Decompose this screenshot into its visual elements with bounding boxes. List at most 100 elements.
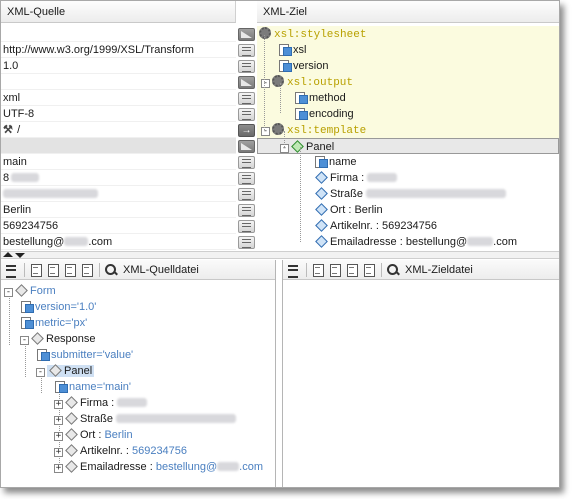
collapse-icon[interactable]: - bbox=[20, 336, 29, 345]
tree-view-icon[interactable] bbox=[310, 262, 326, 278]
target-element[interactable]: Firma : bbox=[257, 170, 559, 186]
target-stylesheet[interactable]: xsl:stylesheet bbox=[257, 26, 559, 42]
target-tree bbox=[283, 281, 559, 487]
node-label: Emailadresse : bbox=[80, 461, 153, 473]
import-icon[interactable] bbox=[79, 262, 95, 278]
tree-node-email[interactable]: + Emailadresse : bestellung@ .com bbox=[54, 460, 263, 475]
source-row[interactable]: bestellung@ .com bbox=[1, 234, 236, 250]
source-row[interactable]: UTF-8 bbox=[1, 106, 236, 122]
target-element[interactable]: Straße bbox=[257, 186, 559, 202]
hex-view-icon[interactable] bbox=[344, 262, 360, 278]
toolbar-separator bbox=[99, 262, 100, 277]
expand-icon[interactable]: + bbox=[54, 416, 63, 425]
target-template[interactable]: - xsl:template bbox=[257, 122, 559, 138]
splitter[interactable] bbox=[1, 251, 559, 259]
target-element[interactable]: Artikelnr. : 569234756 bbox=[257, 218, 559, 234]
map-button[interactable] bbox=[238, 60, 255, 73]
source-tree: - Form version='1.0' metric='px' - Respons… bbox=[1, 281, 275, 487]
expand-icon[interactable]: + bbox=[54, 464, 63, 473]
map-button[interactable] bbox=[238, 76, 255, 89]
source-row[interactable]: 1.0 bbox=[1, 58, 236, 74]
source-row[interactable] bbox=[1, 74, 236, 90]
redacted-text bbox=[467, 237, 494, 246]
tree-node-attr[interactable]: metric='px' bbox=[21, 316, 87, 331]
source-row[interactable]: main bbox=[1, 154, 236, 170]
target-attr[interactable]: method bbox=[257, 90, 559, 106]
source-row[interactable]: 8 bbox=[1, 170, 236, 186]
collapse-icon[interactable]: - bbox=[4, 288, 13, 297]
collapse-icon[interactable]: - bbox=[36, 368, 45, 377]
arrow-right-button[interactable]: → bbox=[238, 124, 255, 137]
tree-node-artikel[interactable]: + Artikelnr. : 569234756 bbox=[54, 444, 187, 459]
map-button[interactable] bbox=[238, 204, 255, 217]
source-row[interactable]: ⚒ / bbox=[1, 122, 236, 138]
expand-icon[interactable]: + bbox=[54, 400, 63, 409]
element-label: Panel bbox=[306, 141, 335, 153]
search-icon[interactable] bbox=[385, 262, 401, 278]
collapse-up-icon[interactable] bbox=[3, 252, 13, 257]
expand-icon[interactable]: + bbox=[54, 448, 63, 457]
map-button[interactable] bbox=[238, 172, 255, 185]
map-button[interactable] bbox=[238, 28, 255, 41]
hex-view-icon[interactable] bbox=[62, 262, 78, 278]
tree-guide bbox=[280, 83, 281, 113]
target-attr[interactable]: version bbox=[257, 58, 559, 74]
xsl-keyword: xsl:template bbox=[287, 125, 367, 137]
tree-node-attr[interactable]: submitter='value' bbox=[37, 348, 133, 363]
map-button[interactable] bbox=[238, 44, 255, 57]
import-icon[interactable] bbox=[361, 262, 377, 278]
tree-view-icon[interactable] bbox=[28, 262, 44, 278]
element-icon bbox=[315, 235, 327, 247]
attribute-icon bbox=[295, 91, 308, 104]
source-row[interactable]: xml bbox=[1, 90, 236, 106]
tree-node-attr[interactable]: name='main' bbox=[55, 380, 131, 395]
source-row[interactable] bbox=[1, 26, 236, 42]
map-button[interactable] bbox=[238, 92, 255, 105]
target-file-label: XML-Zieldatei bbox=[405, 263, 473, 276]
source-row[interactable] bbox=[1, 186, 236, 202]
source-row[interactable]: Berlin bbox=[1, 202, 236, 218]
collapse-icon[interactable]: - bbox=[261, 127, 270, 136]
target-attr[interactable]: name bbox=[257, 154, 559, 170]
map-button[interactable] bbox=[238, 220, 255, 233]
redacted-text bbox=[11, 173, 40, 182]
search-icon[interactable] bbox=[103, 262, 119, 278]
source-value: bestellung@ bbox=[3, 236, 65, 248]
map-button[interactable] bbox=[238, 156, 255, 169]
map-button[interactable] bbox=[238, 108, 255, 121]
target-element[interactable]: Ort : Berlin bbox=[257, 202, 559, 218]
redacted-text bbox=[64, 237, 89, 246]
redacted-text bbox=[3, 189, 98, 198]
expand-down-icon[interactable] bbox=[15, 253, 25, 258]
source-row[interactable]: 569234756 bbox=[1, 218, 236, 234]
menu-icon[interactable] bbox=[286, 262, 302, 278]
tree-node-ort[interactable]: + Ort : Berlin bbox=[54, 428, 133, 443]
tree-node-attr[interactable]: version='1.0' bbox=[21, 300, 96, 315]
target-attr[interactable]: encoding bbox=[257, 106, 559, 122]
tree-node-form[interactable]: - Form bbox=[4, 284, 56, 299]
map-button[interactable] bbox=[238, 188, 255, 201]
target-attr[interactable]: xsl bbox=[257, 42, 559, 58]
tree-node-strasse[interactable]: + Straße bbox=[54, 412, 237, 427]
map-button[interactable] bbox=[238, 236, 255, 249]
source-header: XML-Quelle bbox=[1, 1, 236, 23]
target-output[interactable]: - xsl:output bbox=[257, 74, 559, 90]
gear-icon bbox=[272, 75, 284, 87]
map-button[interactable] bbox=[238, 140, 255, 153]
tree-node-firma[interactable]: + Firma : bbox=[54, 396, 148, 411]
source-value: 569234756 bbox=[3, 220, 59, 232]
tree-node-panel[interactable]: - Panel bbox=[36, 364, 95, 379]
attr-label: version bbox=[293, 60, 329, 72]
tree-node-response[interactable]: - Response bbox=[20, 332, 96, 347]
collapse-icon[interactable]: - bbox=[261, 79, 270, 88]
source-toolbar: XML-Quelldatei bbox=[1, 260, 275, 280]
menu-icon[interactable] bbox=[4, 262, 20, 278]
target-panel[interactable]: - Panel bbox=[257, 138, 559, 154]
source-value: 1.0 bbox=[3, 60, 19, 72]
expand-icon[interactable]: + bbox=[54, 432, 63, 441]
document-icon[interactable] bbox=[45, 262, 61, 278]
source-row[interactable] bbox=[1, 138, 236, 154]
document-icon[interactable] bbox=[327, 262, 343, 278]
target-element[interactable]: Emailadresse : bestellung@ .com bbox=[257, 234, 559, 250]
source-row[interactable]: http://www.w3.org/1999/XSL/Transform bbox=[1, 42, 236, 58]
